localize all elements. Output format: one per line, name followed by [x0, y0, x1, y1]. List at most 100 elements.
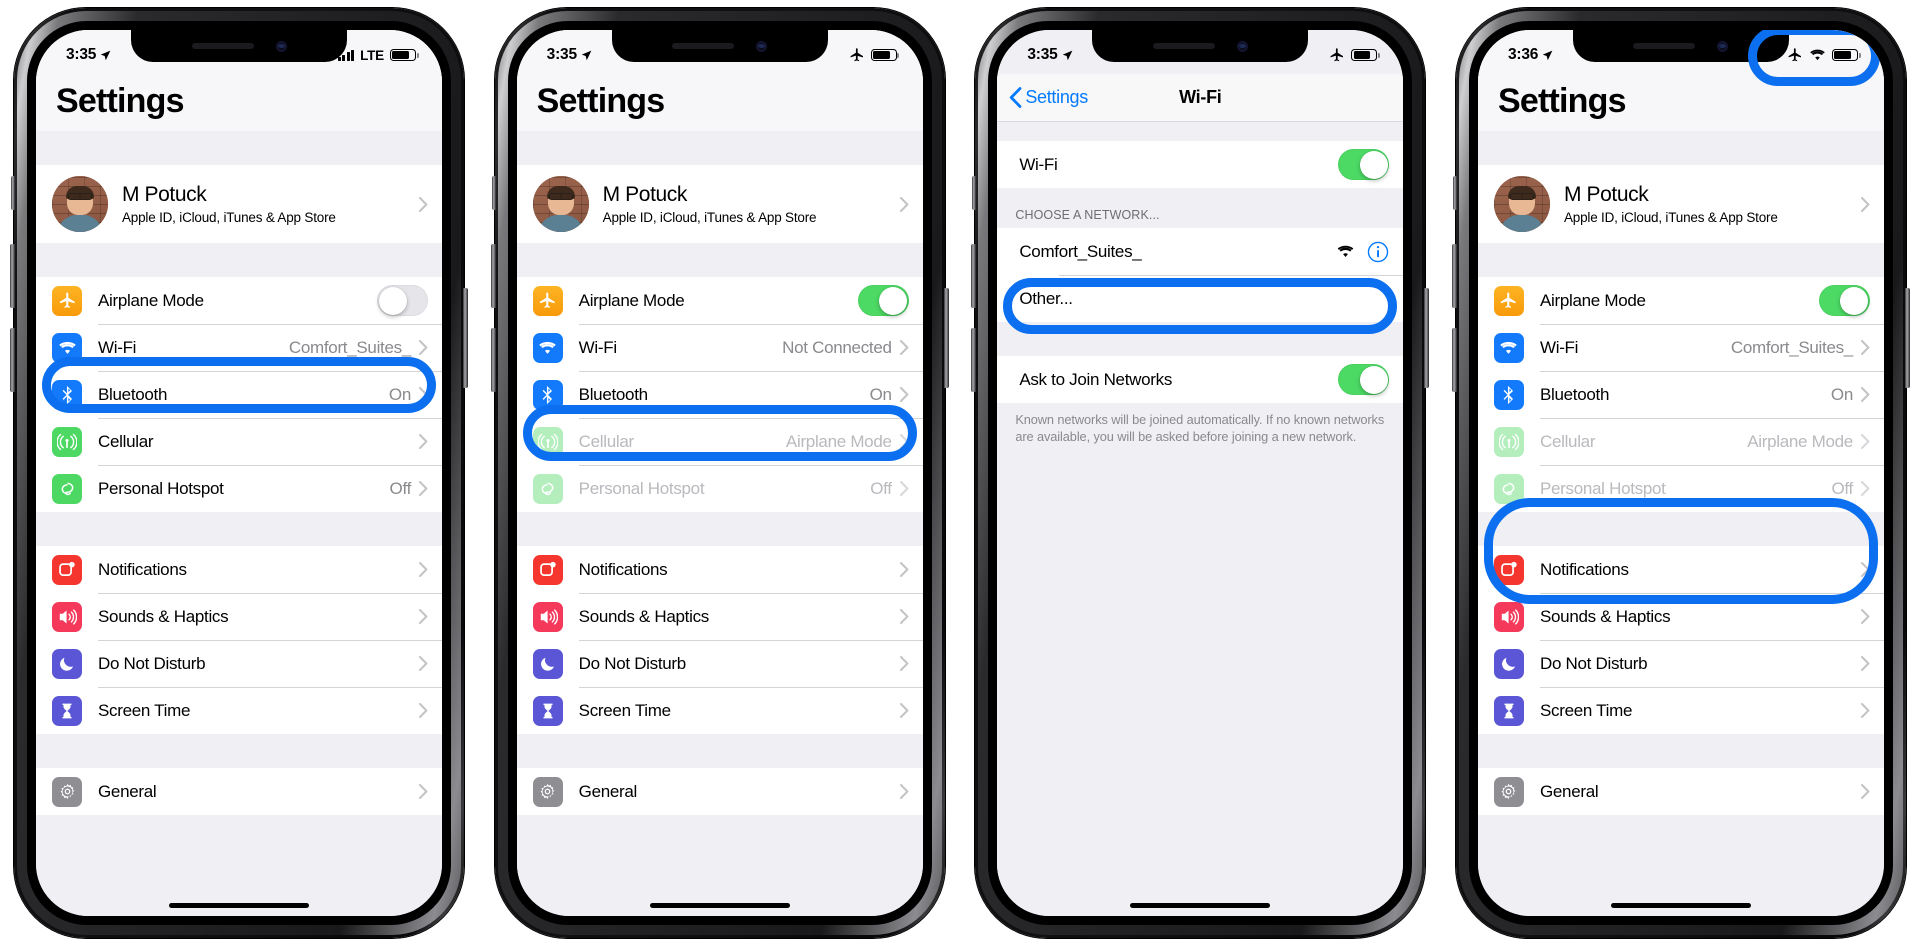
settings-scroll-4[interactable]: Settings M Potuck Apple ID, iCloud, iTun…	[1477, 30, 1884, 916]
screen-time-row[interactable]: Screen Time	[1477, 687, 1884, 734]
nav-bar-3: Settings Wi-Fi	[997, 74, 1404, 122]
volume-down-button-2[interactable]	[490, 328, 496, 392]
chevron-right-icon	[1860, 784, 1870, 799]
home-indicator-2[interactable]	[649, 903, 790, 908]
chevron-right-icon	[1860, 609, 1870, 624]
general-label: General	[1539, 781, 1599, 801]
ask-to-join-toggle[interactable]	[1338, 364, 1390, 395]
wifi-signal-icon	[1338, 245, 1354, 258]
power-button-2[interactable]	[943, 288, 949, 388]
settings-scroll-2[interactable]: Settings M Potuck Apple ID, iCloud, iTun…	[516, 30, 923, 916]
volume-up-button-3[interactable]	[971, 244, 977, 308]
silent-switch-3[interactable]	[972, 176, 977, 210]
screen-time-row[interactable]: Screen Time	[36, 687, 442, 734]
network-comfort-suites-row[interactable]: Comfort_Suites_	[997, 228, 1404, 275]
profile-name: M Potuck	[1563, 183, 1649, 206]
notifications-group-1: Notifications Sounds & Haptics Do Not Di…	[36, 546, 442, 734]
network-other-row[interactable]: Other...	[997, 275, 1404, 322]
status-left-1: 3:35	[66, 46, 111, 64]
ask-to-join-networks-row[interactable]: Ask to Join Networks	[997, 356, 1404, 403]
airplane-mode-row[interactable]: Airplane Mode	[36, 277, 442, 324]
sounds-icon	[1493, 601, 1524, 632]
volume-up-button-1[interactable]	[10, 244, 15, 308]
settings-content-4: Settings M Potuck Apple ID, iCloud, iTun…	[1477, 30, 1884, 916]
status-time-3: 3:35	[1027, 46, 1058, 63]
apple-id-profile-row[interactable]: M Potuck Apple ID, iCloud, iTunes & App …	[1477, 165, 1884, 243]
back-to-settings-button[interactable]: Settings	[997, 87, 1088, 108]
silent-switch-4[interactable]	[1452, 176, 1457, 210]
wifi-label: Wi-Fi	[1539, 337, 1579, 357]
personal-hotspot-row[interactable]: Personal Hotspot Off	[516, 465, 923, 512]
choose-network-header: CHOOSE A NETWORK...	[1015, 208, 1160, 222]
volume-down-button-1[interactable]	[10, 328, 15, 392]
sounds-haptics-row[interactable]: Sounds & Haptics	[516, 593, 923, 640]
airplane-mode-toggle[interactable]	[377, 285, 428, 316]
notifications-row[interactable]: Notifications	[1477, 546, 1884, 593]
sounds-haptics-row[interactable]: Sounds & Haptics	[36, 593, 442, 640]
volume-down-button-4[interactable]	[1451, 328, 1457, 392]
bluetooth-row[interactable]: Bluetooth On	[36, 371, 442, 418]
general-row[interactable]: General	[1477, 768, 1884, 815]
device-bezel-4: 3:36 Settings M Potuck Apple ID, iCloud,…	[1468, 21, 1893, 925]
airplane-mode-toggle[interactable]	[857, 285, 909, 316]
airplane-mode-label: Airplane Mode	[98, 290, 204, 310]
volume-up-button-4[interactable]	[1451, 244, 1457, 308]
settings-scroll-1[interactable]: Settings M Potuck Apple ID, iCloud, iTun…	[36, 30, 442, 916]
chevron-right-icon	[1860, 656, 1870, 671]
home-indicator-4[interactable]	[1610, 903, 1751, 908]
volume-down-button-3[interactable]	[971, 328, 977, 392]
location-arrow-icon	[581, 50, 592, 60]
general-row[interactable]: General	[36, 768, 442, 815]
status-time-1: 3:35	[66, 46, 97, 63]
wifi-label: Wi-Fi	[98, 337, 137, 357]
apple-id-profile-row[interactable]: M Potuck Apple ID, iCloud, iTunes & App …	[36, 165, 442, 243]
airplane-mode-row[interactable]: Airplane Mode	[1477, 277, 1884, 324]
back-label: Settings	[1025, 87, 1088, 107]
home-indicator-3[interactable]	[1130, 903, 1271, 908]
sounds-haptics-row[interactable]: Sounds & Haptics	[1477, 593, 1884, 640]
cellular-row[interactable]: Cellular	[36, 418, 442, 465]
do-not-disturb-row[interactable]: Do Not Disturb	[516, 640, 923, 687]
wifi-row[interactable]: Wi-Fi Comfort_Suites_	[36, 324, 442, 371]
network-info-icon[interactable]	[1367, 241, 1389, 263]
do-not-disturb-row[interactable]: Do Not Disturb	[1477, 640, 1884, 687]
power-button-3[interactable]	[1424, 288, 1430, 388]
do-not-disturb-row[interactable]: Do Not Disturb	[36, 640, 442, 687]
wifi-toggle[interactable]	[1338, 149, 1390, 180]
cellular-value: Airplane Mode	[1747, 431, 1853, 451]
notifications-row[interactable]: Notifications	[516, 546, 923, 593]
silent-switch-1[interactable]	[11, 176, 15, 210]
airplane-mode-toggle[interactable]	[1818, 285, 1870, 316]
ask-join-group: Ask to Join Networks	[997, 356, 1404, 403]
cellular-row[interactable]: Cellular Airplane Mode	[1477, 418, 1884, 465]
apple-id-profile-row[interactable]: M Potuck Apple ID, iCloud, iTunes & App …	[516, 165, 923, 243]
general-group-2: General	[516, 768, 923, 815]
power-button-1[interactable]	[463, 288, 468, 388]
bluetooth-row[interactable]: Bluetooth On	[516, 371, 923, 418]
personal-hotspot-row[interactable]: Personal Hotspot Off	[36, 465, 442, 512]
wifi-row[interactable]: Wi-Fi Not Connected	[516, 324, 923, 371]
sounds-icon	[52, 601, 82, 632]
personal-hotspot-value: Off	[870, 478, 892, 498]
wifi-toggle-row[interactable]: Wi-Fi	[997, 141, 1404, 188]
status-bar-4: 3:36	[1478, 30, 1884, 74]
bluetooth-label: Bluetooth	[578, 384, 648, 404]
volume-up-button-2[interactable]	[490, 244, 496, 308]
wifi-scroll-3[interactable]: Settings Wi-Fi Wi-Fi CHOOSE A NETWORK...	[997, 30, 1404, 916]
cellular-row[interactable]: Cellular Airplane Mode	[516, 418, 923, 465]
screen-time-row[interactable]: Screen Time	[516, 687, 923, 734]
general-row[interactable]: General	[516, 768, 923, 815]
personal-hotspot-row[interactable]: Personal Hotspot Off	[1477, 465, 1884, 512]
home-indicator-1[interactable]	[169, 903, 309, 908]
notifications-row[interactable]: Notifications	[36, 546, 442, 593]
airplane-mode-row[interactable]: Airplane Mode	[516, 277, 923, 324]
chevron-right-icon	[899, 656, 909, 671]
power-button-4[interactable]	[1904, 288, 1910, 388]
notifications-group-2: Notifications Sounds & Haptics Do Not Di…	[516, 546, 923, 734]
wifi-row[interactable]: Wi-Fi Comfort_Suites_	[1477, 324, 1884, 371]
screentime-icon	[532, 695, 563, 726]
silent-switch-2[interactable]	[491, 176, 496, 210]
battery-icon	[1351, 48, 1380, 62]
bluetooth-row[interactable]: Bluetooth On	[1477, 371, 1884, 418]
chevron-left-icon	[1010, 87, 1022, 108]
